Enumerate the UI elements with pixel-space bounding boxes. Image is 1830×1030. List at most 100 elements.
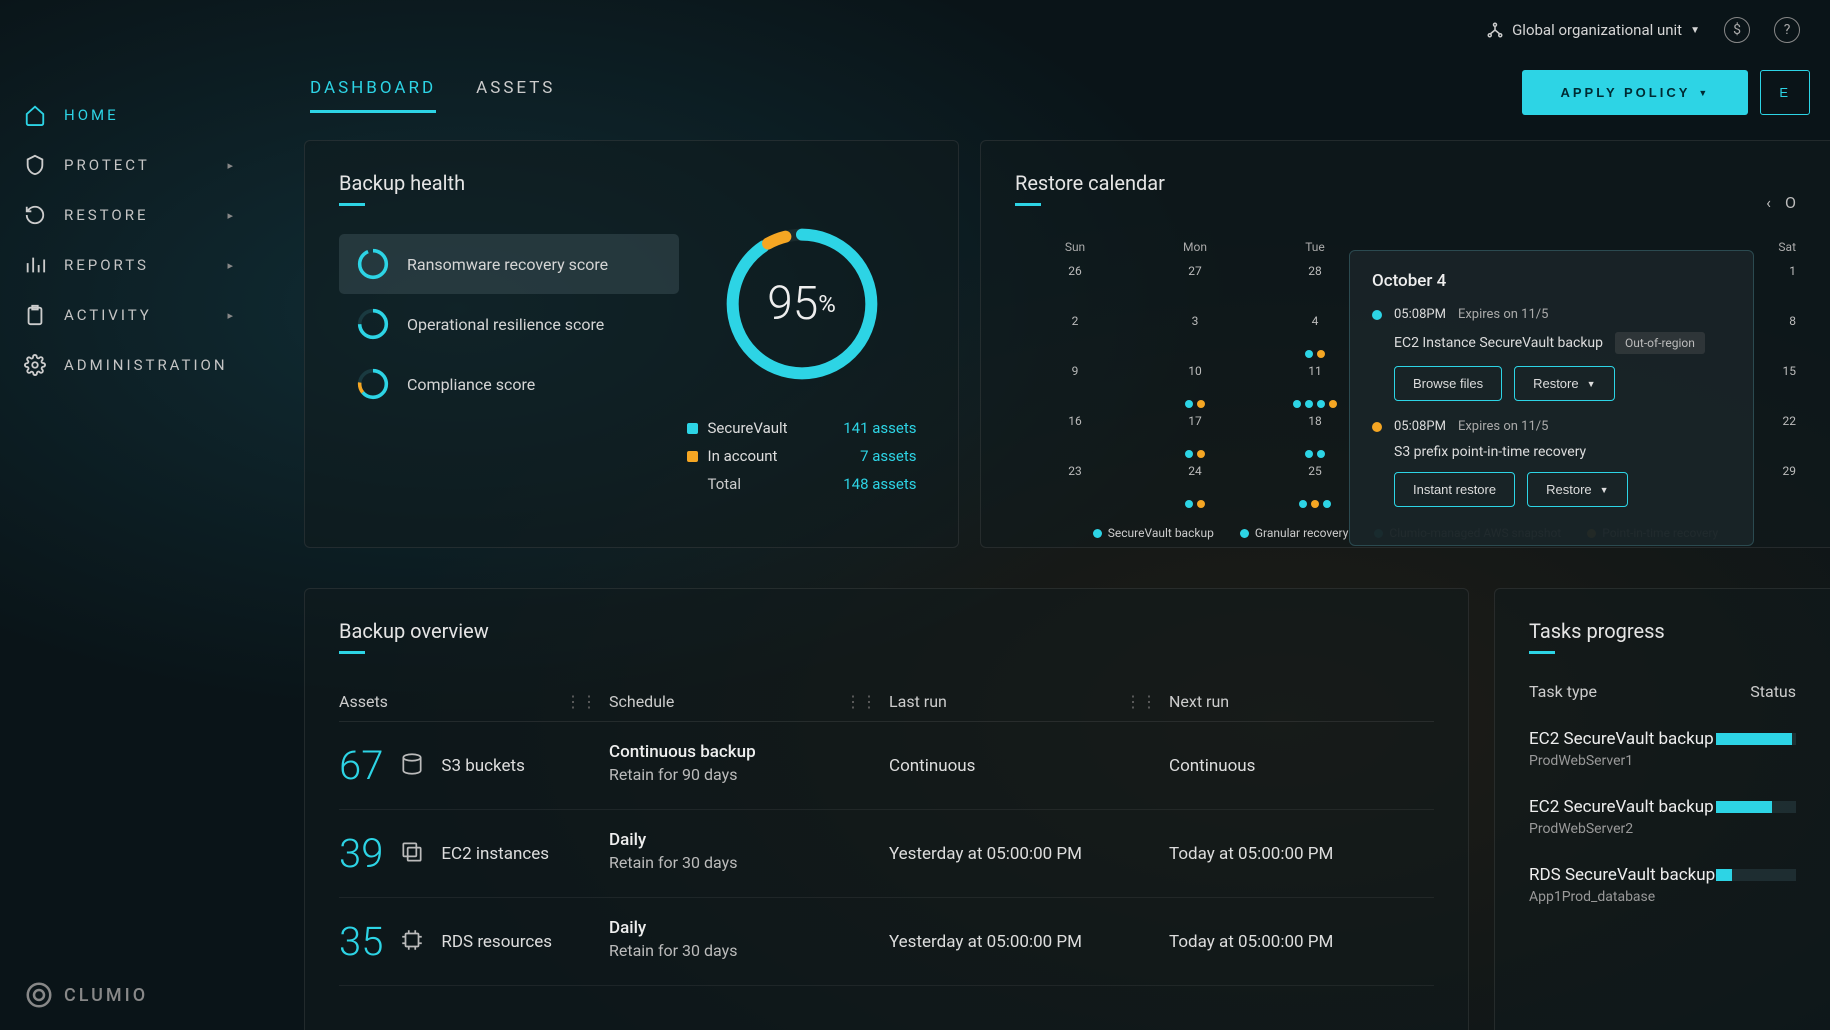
cal-dot xyxy=(1185,400,1193,408)
drag-handle-icon[interactable]: ⋮⋮ xyxy=(845,692,877,711)
cal-dot xyxy=(1311,500,1319,508)
overview-row[interactable]: 35 RDS resources Daily Retain for 30 day… xyxy=(339,898,1434,986)
sidebar-item-admin[interactable]: ADMINISTRATION xyxy=(0,340,260,390)
logo-icon xyxy=(24,980,54,1010)
task-name: RDS SecureVault backup xyxy=(1529,865,1716,885)
cal-day[interactable]: 26 xyxy=(1015,264,1135,304)
help-icon[interactable]: ? xyxy=(1774,17,1800,43)
cal-dow: Mon xyxy=(1135,240,1255,254)
overview-row[interactable]: 39 EC2 instances Daily Retain for 30 day… xyxy=(339,810,1434,898)
cal-day[interactable]: 27 xyxy=(1135,264,1255,304)
mini-gauge-icon xyxy=(357,308,389,340)
org-tree-icon xyxy=(1486,21,1504,39)
drag-handle-icon[interactable]: ⋮⋮ xyxy=(1125,692,1157,711)
cal-dot xyxy=(1299,500,1307,508)
cal-month-label-fragment: O xyxy=(1785,193,1796,212)
chevron-right-icon: ▸ xyxy=(227,209,236,222)
cal-prev-icon[interactable]: ‹ xyxy=(1766,193,1771,212)
cal-day[interactable]: 9 xyxy=(1015,364,1135,404)
legend-dot xyxy=(1093,529,1102,538)
sidebar-label: RESTORE xyxy=(64,206,149,224)
cal-day[interactable]: 2 xyxy=(1015,314,1135,354)
task-row[interactable]: EC2 SecureVault backup ProdWebServer1 xyxy=(1529,715,1796,783)
apply-policy-label: APPLY POLICY xyxy=(1560,85,1690,100)
progress-bar xyxy=(1716,801,1796,813)
cal-dot xyxy=(1293,400,1301,408)
billing-icon[interactable]: $ xyxy=(1724,17,1750,43)
cal-day[interactable]: 16 xyxy=(1015,414,1135,454)
asset-type-icon xyxy=(399,839,425,869)
mini-gauge-icon xyxy=(357,368,389,400)
secondary-action-button[interactable]: E xyxy=(1760,70,1810,115)
restore-desc: EC2 Instance SecureVault backup xyxy=(1394,335,1603,351)
cal-day[interactable]: 24 xyxy=(1135,464,1255,504)
sidebar-item-protect[interactable]: PROTECT ▸ xyxy=(0,140,260,190)
cal-day[interactable]: 10 xyxy=(1135,364,1255,404)
sidebar: HOME PROTECT ▸ RESTORE ▸ REPORTS ▸ ACTIV… xyxy=(0,90,260,390)
card-title: Tasks progress xyxy=(1529,619,1796,643)
cal-dot xyxy=(1317,450,1325,458)
cal-dot xyxy=(1185,500,1193,508)
expiry-label: Expires on 11/5 xyxy=(1458,419,1549,434)
cal-day[interactable]: 23 xyxy=(1015,464,1135,504)
cal-day[interactable]: 17 xyxy=(1135,414,1255,454)
progress-bar xyxy=(1716,869,1796,881)
sidebar-item-restore[interactable]: RESTORE ▸ xyxy=(0,190,260,240)
overview-row[interactable]: 67 S3 buckets Continuous backup Retain f… xyxy=(339,722,1434,810)
cal-dot xyxy=(1329,400,1337,408)
sidebar-item-activity[interactable]: ACTIVITY ▸ xyxy=(0,290,260,340)
cal-dot xyxy=(1305,400,1313,408)
card-title: Backup overview xyxy=(339,619,1434,643)
col-header: Task type xyxy=(1529,682,1597,701)
title-underline xyxy=(1015,203,1041,206)
score-label: Compliance score xyxy=(407,375,535,394)
legend-value: 7 assets xyxy=(860,447,916,465)
drag-handle-icon[interactable]: ⋮⋮ xyxy=(565,692,597,711)
region-badge: Out-of-region xyxy=(1615,332,1705,354)
next-run: Today at 05:00:00 PM xyxy=(1169,830,1434,877)
restore-dropdown-button[interactable]: Restore ▼ xyxy=(1527,472,1627,507)
backup-health-card: Backup health Ransomware recovery score … xyxy=(304,140,959,548)
browse-files-button[interactable]: Browse files xyxy=(1394,366,1502,401)
status-dot xyxy=(1372,422,1382,432)
col-header: Assets xyxy=(339,692,388,711)
task-target: App1Prod_database xyxy=(1529,889,1716,905)
last-run: Yesterday at 05:00:00 PM xyxy=(889,918,1169,965)
org-unit-selector[interactable]: Global organizational unit ▼ xyxy=(1486,21,1700,39)
sidebar-item-reports[interactable]: REPORTS ▸ xyxy=(0,240,260,290)
legend-dot xyxy=(687,451,698,462)
score-operational[interactable]: Operational resilience score xyxy=(339,294,679,354)
cal-day[interactable]: 3 xyxy=(1135,314,1255,354)
cal-dot xyxy=(1305,450,1313,458)
legend-dot xyxy=(687,423,698,434)
org-unit-label: Global organizational unit xyxy=(1512,21,1682,39)
sidebar-item-home[interactable]: HOME xyxy=(0,90,260,140)
asset-type-icon xyxy=(399,751,425,781)
cal-dot xyxy=(1317,400,1325,408)
tab-assets[interactable]: ASSETS xyxy=(476,78,555,113)
col-header: Status xyxy=(1750,682,1796,701)
restore-dropdown-button[interactable]: Restore ▼ xyxy=(1514,366,1614,401)
home-icon xyxy=(24,104,46,126)
next-run: Continuous xyxy=(1169,742,1434,789)
tab-dashboard[interactable]: DASHBOARD xyxy=(310,78,436,113)
task-row[interactable]: EC2 SecureVault backup ProdWebServer2 xyxy=(1529,783,1796,851)
restore-calendar-card: Restore calendar ‹ O Sun Mon Tue Sat 262… xyxy=(980,140,1830,548)
mini-gauge-icon xyxy=(357,248,389,280)
gauge-pct-mark: % xyxy=(818,290,836,318)
card-title: Restore calendar xyxy=(1015,171,1165,195)
shield-icon xyxy=(24,154,46,176)
status-dot xyxy=(1372,310,1382,320)
task-target: ProdWebServer1 xyxy=(1529,753,1716,769)
score-compliance[interactable]: Compliance score xyxy=(339,354,679,414)
task-row[interactable]: RDS SecureVault backup App1Prod_database xyxy=(1529,851,1796,919)
apply-policy-button[interactable]: APPLY POLICY ▼ xyxy=(1522,70,1748,115)
sidebar-label: ADMINISTRATION xyxy=(64,356,228,374)
col-header: Last run xyxy=(889,692,947,711)
cal-dot xyxy=(1185,450,1193,458)
card-title: Backup health xyxy=(339,171,924,195)
instant-restore-button[interactable]: Instant restore xyxy=(1394,472,1515,507)
cal-dot xyxy=(1197,500,1205,508)
score-ransomware[interactable]: Ransomware recovery score xyxy=(339,234,679,294)
schedule-main: Continuous backup xyxy=(609,742,889,762)
